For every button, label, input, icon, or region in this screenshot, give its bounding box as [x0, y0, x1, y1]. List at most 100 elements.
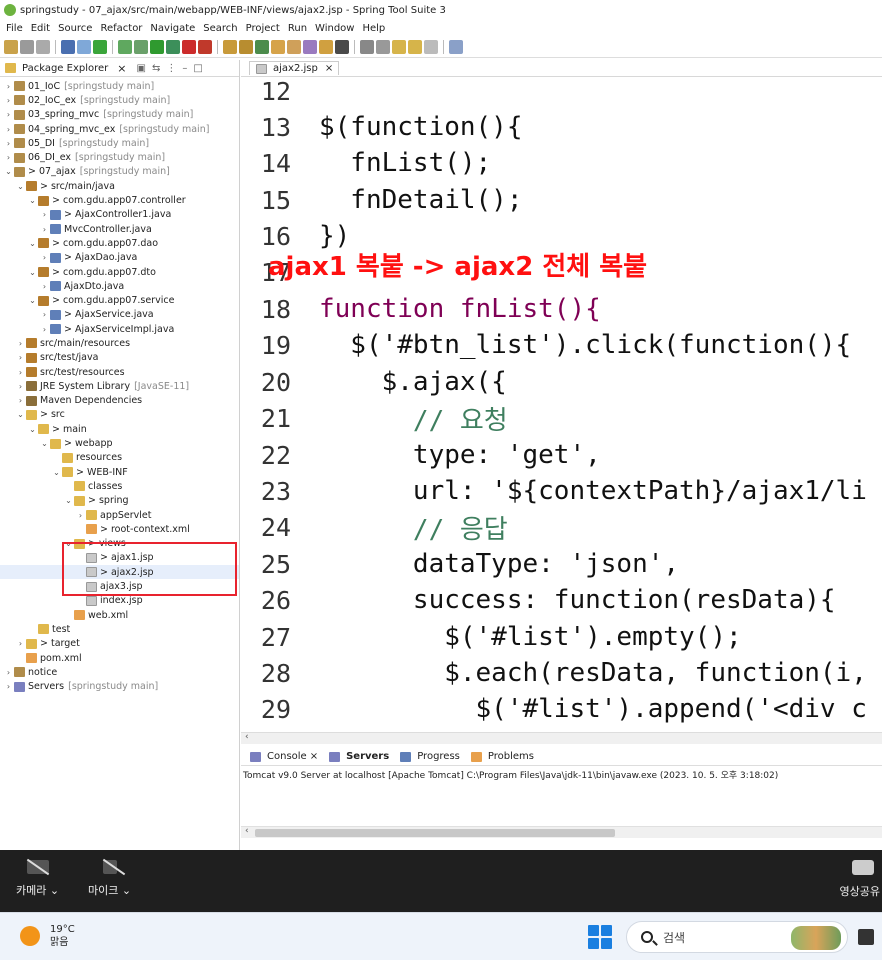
tree-item[interactable]: › 01_IoC [springstudy main] — [0, 79, 239, 93]
tree-item[interactable]: › AjaxDto.java — [0, 279, 239, 293]
minimize-icon[interactable]: – — [182, 63, 187, 74]
menu-navigate[interactable]: Navigate — [146, 23, 199, 34]
open-type-icon[interactable] — [271, 39, 285, 54]
tree-item[interactable]: ⌄ > WEB-INF — [0, 465, 239, 479]
tab-console[interactable]: Console × — [249, 751, 318, 762]
windows-start-icon[interactable] — [588, 925, 612, 949]
chevron-right-icon[interactable]: › — [40, 325, 49, 334]
chevron-right-icon[interactable]: › — [4, 668, 13, 677]
tree-item[interactable]: › > AjaxService.java — [0, 308, 239, 322]
chevron-right-icon[interactable]: › — [16, 339, 25, 348]
tree-item[interactable]: › 03_spring_mvc [springstudy main] — [0, 108, 239, 122]
debug-icon[interactable] — [134, 39, 148, 54]
tab-progress[interactable]: Progress — [399, 751, 460, 762]
chevron-down-icon[interactable]: ⌄ — [28, 239, 37, 248]
microphone-button[interactable]: 마이크 ⌄ — [88, 860, 131, 898]
share-video-button[interactable]: 영상공유 — [840, 860, 882, 899]
save-icon[interactable] — [20, 39, 34, 54]
chevron-down-icon[interactable]: ⌄ — [40, 439, 49, 448]
chevron-down-icon[interactable]: ⌄ — [52, 468, 61, 477]
chevron-right-icon[interactable]: › — [16, 382, 25, 391]
tree-item[interactable]: resources — [0, 451, 239, 465]
chevron-right-icon[interactable]: › — [4, 139, 13, 148]
tree-item[interactable]: ⌄ > com.gdu.app07.controller — [0, 193, 239, 207]
menu-refactor[interactable]: Refactor — [96, 23, 146, 34]
chevron-right-icon[interactable]: › — [40, 210, 49, 219]
menu-run[interactable]: Run — [284, 23, 311, 34]
scrollbar-thumb[interactable] — [255, 829, 615, 837]
tree-item[interactable]: › 06_DI_ex [springstudy main] — [0, 150, 239, 164]
tree-item[interactable]: › > AjaxDao.java — [0, 251, 239, 265]
chevron-down-icon[interactable]: ⌄ — [64, 496, 73, 505]
skip-breakpoints-icon[interactable] — [93, 39, 107, 54]
tree-item[interactable]: › appServlet — [0, 508, 239, 522]
chevron-right-icon[interactable]: › — [4, 96, 13, 105]
view-menu-icon[interactable]: ⋮ — [166, 63, 176, 74]
run-config-icon[interactable] — [166, 39, 180, 54]
tree-item[interactable]: › 02_IoC_ex [springstudy main] — [0, 93, 239, 107]
scroll-left-icon[interactable]: ‹ — [245, 732, 249, 742]
chevron-right-icon[interactable]: › — [16, 396, 25, 405]
new-icon[interactable] — [4, 39, 18, 54]
chevron-right-icon[interactable]: › — [40, 310, 49, 319]
refresh-icon[interactable] — [118, 39, 132, 54]
close-icon[interactable]: × — [117, 62, 126, 75]
previous-annotation-icon[interactable] — [376, 39, 390, 54]
tree-item[interactable]: › Servers [springstudy main] — [0, 679, 239, 693]
console-horizontal-scrollbar[interactable]: ‹ — [241, 826, 882, 838]
tree-item[interactable]: ⌄ > com.gdu.app07.service — [0, 293, 239, 307]
taskbar-search-box[interactable]: 검색 — [626, 921, 848, 953]
menu-project[interactable]: Project — [242, 23, 284, 34]
link-icon[interactable] — [77, 39, 91, 54]
chevron-down-icon[interactable]: ⌄ — [28, 425, 37, 434]
run-icon[interactable] — [150, 39, 164, 54]
terminal-icon[interactable] — [61, 39, 75, 54]
tree-item[interactable]: › MvcController.java — [0, 222, 239, 236]
console-output[interactable] — [241, 780, 882, 850]
chevron-right-icon[interactable]: › — [16, 368, 25, 377]
chevron-right-icon[interactable]: › — [40, 225, 49, 234]
chevron-down-icon[interactable]: ⌄ — [16, 410, 25, 419]
close-icon[interactable]: × — [325, 63, 333, 74]
tree-item[interactable]: › notice — [0, 665, 239, 679]
maximize-icon[interactable]: □ — [193, 63, 202, 74]
tree-item[interactable]: ⌄ > webapp — [0, 436, 239, 450]
tab-package-explorer[interactable]: Package Explorer × — [4, 62, 126, 75]
spring-icon[interactable] — [255, 39, 269, 54]
menu-help[interactable]: Help — [358, 23, 389, 34]
link-editor-icon[interactable]: ⇆ — [152, 63, 160, 74]
forward-icon[interactable] — [424, 39, 438, 54]
taskbar-app-icon[interactable] — [858, 929, 874, 945]
chevron-right-icon[interactable]: › — [76, 511, 85, 520]
chevron-down-icon[interactable]: ⌄ — [28, 268, 37, 277]
tree-item[interactable]: › src/test/java — [0, 351, 239, 365]
collapse-all-icon[interactable]: ▣ — [136, 63, 145, 74]
tree-item[interactable]: › Maven Dependencies — [0, 394, 239, 408]
menu-window[interactable]: Window — [311, 23, 358, 34]
editor-horizontal-scrollbar[interactable]: ‹ — [241, 732, 882, 744]
search-icon[interactable] — [319, 39, 333, 54]
chevron-right-icon[interactable]: › — [4, 682, 13, 691]
save-all-icon[interactable] — [36, 39, 50, 54]
chevron-right-icon[interactable]: › — [40, 253, 49, 262]
menu-source[interactable]: Source — [54, 23, 96, 34]
code-editor[interactable]: 12 13 $(function(){ 14 fnList(); 15 fnDet… — [241, 77, 882, 732]
tree-item[interactable]: › > AjaxServiceImpl.java — [0, 322, 239, 336]
menu-search[interactable]: Search — [199, 23, 241, 34]
tab-problems[interactable]: Problems — [470, 751, 534, 762]
globe-icon[interactable] — [335, 39, 349, 54]
chevron-down-icon[interactable]: ⌄ — [28, 296, 37, 305]
tree-item[interactable]: ⌄ > src/main/java — [0, 179, 239, 193]
tree-item[interactable]: › JRE System Library [JavaSE-11] — [0, 379, 239, 393]
menu-edit[interactable]: Edit — [27, 23, 54, 34]
tree-item[interactable]: classes — [0, 479, 239, 493]
perspective-icon[interactable] — [449, 39, 463, 54]
tree-item[interactable]: ⌄ > com.gdu.app07.dao — [0, 236, 239, 250]
back-icon[interactable] — [408, 39, 422, 54]
weather-widget[interactable]: 19°C 맑음 — [20, 923, 75, 949]
chevron-right-icon[interactable]: › — [4, 82, 13, 91]
tree-item[interactable]: › 05_DI [springstudy main] — [0, 136, 239, 150]
last-edit-icon[interactable] — [392, 39, 406, 54]
external-tools-icon[interactable] — [198, 39, 212, 54]
chevron-down-icon[interactable]: ⌄ — [4, 167, 13, 176]
